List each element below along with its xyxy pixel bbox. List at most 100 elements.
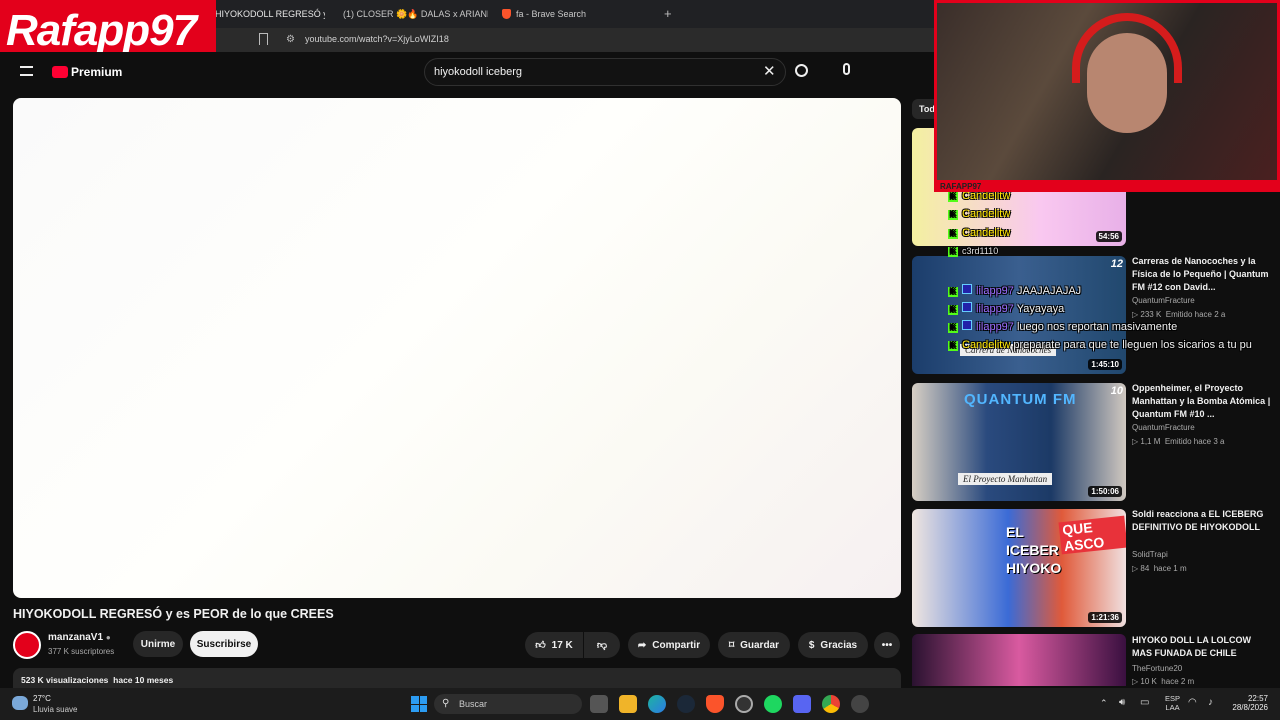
- chat-text: JAAJAJAJAJ: [1016, 285, 1082, 297]
- kick-badge-icon: K: [948, 229, 958, 239]
- clock[interactable]: 22:57 28/8/2026: [1226, 694, 1268, 712]
- related-video-thumbnail[interactable]: 12 Carrera de Nanocoches 1:45:10: [912, 256, 1126, 374]
- weather-desc: Lluvia suave: [33, 705, 78, 714]
- thanks-button[interactable]: $ Gracias: [798, 632, 868, 658]
- youtube-logo-icon[interactable]: [52, 66, 68, 78]
- dislike-button[interactable]: 👎︎: [584, 632, 620, 658]
- display-icon[interactable]: ▭: [1140, 697, 1149, 708]
- weather-icon[interactable]: [12, 696, 28, 710]
- taskbar: [0, 688, 1280, 720]
- kick-badge-icon: K: [948, 247, 958, 257]
- lang-bottom: LAA: [1165, 703, 1180, 712]
- view-count: 233 K: [1140, 310, 1162, 319]
- related-video-thumbnail[interactable]: QUANTUM FM 10 El Proyecto Manhattan 1:50…: [912, 383, 1126, 501]
- view-count: 10 K: [1140, 677, 1157, 686]
- url-field[interactable]: youtube.com/watch?v=XjyLoWIZI18: [305, 34, 449, 44]
- chat-user: Candelitw: [962, 339, 1011, 351]
- chat-text: Yayayaya: [1016, 303, 1065, 315]
- spotify-icon[interactable]: [764, 695, 782, 713]
- related-video-channel[interactable]: QuantumFracture: [1132, 296, 1195, 305]
- related-video-thumbnail[interactable]: [912, 634, 1126, 686]
- more-icon: •••: [881, 639, 893, 651]
- like-button[interactable]: 👍︎ 17 K: [525, 632, 583, 658]
- episode-badge: 10: [1110, 385, 1123, 397]
- tab-closer[interactable]: (1) CLOSER 🌼🔥 DALAS x ARIANN: [338, 3, 488, 25]
- thumbs-down-icon: 👎︎: [596, 640, 608, 651]
- upload-age: hace 2 m: [1161, 677, 1195, 686]
- thumbs-up-icon: 👍︎: [535, 640, 546, 651]
- chrome-icon[interactable]: [822, 695, 840, 713]
- time: 22:57: [1247, 694, 1268, 703]
- description-box[interactable]: 523 K visualizaciones hace 10 meses: [13, 668, 901, 690]
- obs-icon[interactable]: [735, 695, 753, 713]
- video-duration: 54:56: [1095, 231, 1122, 242]
- more-actions-button[interactable]: •••: [874, 632, 900, 658]
- wifi-icon[interactable]: ◠: [1188, 697, 1197, 708]
- chat-message: Klilapp97 Yayayaya: [948, 302, 1064, 315]
- microphone-icon[interactable]: [843, 63, 850, 75]
- related-video-thumbnail[interactable]: EL ICEBER HIYOKO QUE ASCO 1:21:36: [912, 509, 1126, 627]
- chat-message: Klilapp97 JAAJAJAJAJ: [948, 284, 1081, 297]
- kick-badge-icon: K: [948, 287, 958, 297]
- search-icon: ⚲: [442, 698, 450, 709]
- menu-icon[interactable]: [20, 66, 33, 76]
- related-video-channel[interactable]: QuantumFracture: [1132, 423, 1195, 432]
- verified-icon: ●: [105, 633, 111, 642]
- clear-search-icon[interactable]: ✕: [763, 62, 776, 80]
- lang-top: ESP: [1165, 694, 1181, 703]
- task-view-icon[interactable]: [590, 695, 608, 713]
- share-icon: ➦: [637, 639, 647, 651]
- tab-brave-search[interactable]: fa - Brave Search: [502, 3, 652, 25]
- chat-user: lilapp97: [976, 303, 1014, 315]
- headset-icon: [1072, 13, 1182, 83]
- share-label: Compartir: [652, 639, 701, 651]
- site-settings-icon[interactable]: ⚙: [286, 34, 295, 45]
- search-icon[interactable]: [795, 64, 808, 77]
- steam-icon[interactable]: [677, 695, 695, 713]
- search-input[interactable]: hiyokodoll iceberg: [434, 66, 522, 78]
- edge-icon[interactable]: [648, 695, 666, 713]
- related-video-title[interactable]: HIYOKO DOLL LA LOLCOW MAS FUNADA DE CHIL…: [1132, 634, 1272, 660]
- start-icon[interactable]: [411, 696, 427, 712]
- video-player[interactable]: [13, 98, 901, 598]
- share-button[interactable]: ➦ Compartir: [628, 632, 710, 658]
- thanks-icon: $: [808, 639, 815, 651]
- chat-message: Klilapp97 luego nos reportan masivamente: [948, 320, 1177, 333]
- bookmark-icon[interactable]: [259, 33, 268, 45]
- related-video-channel[interactable]: TheFortune20: [1132, 664, 1182, 673]
- taskbar-search[interactable]: ⚲ Buscar: [434, 694, 582, 714]
- language-indicator[interactable]: ESP LAA: [1165, 694, 1180, 712]
- speaker-icon[interactable]: ♪: [1208, 697, 1213, 708]
- tab-current-video[interactable]: HIYOKODOLL REGRESÓ y es P ✕: [215, 3, 325, 25]
- subscriber-badge-icon: [962, 302, 972, 312]
- join-button[interactable]: Unirme: [133, 631, 183, 657]
- upload-age: hace 10 meses: [113, 675, 174, 685]
- kick-badge-icon: K: [948, 192, 958, 202]
- channel-name-text: manzanaV1: [48, 632, 104, 643]
- subscribe-button[interactable]: Suscribirse: [190, 631, 258, 657]
- video-duration: 1:21:36: [1088, 612, 1122, 623]
- discord-icon[interactable]: [793, 695, 811, 713]
- related-video-channel[interactable]: SolidTrapi: [1132, 550, 1168, 559]
- volume-icon[interactable]: 🔊︎: [1119, 697, 1125, 708]
- view-count: 1,1 M: [1140, 437, 1161, 446]
- tray-chevron-icon[interactable]: ⌃: [1100, 698, 1108, 709]
- save-button[interactable]: ⌑ Guardar: [718, 632, 790, 658]
- related-video-title[interactable]: Soldi reacciona a EL ICEBERG DEFINITIVO …: [1132, 508, 1272, 534]
- file-explorer-icon[interactable]: [619, 695, 637, 713]
- save-label: Guardar: [740, 639, 780, 651]
- media-player-icon[interactable]: [851, 695, 869, 713]
- channel-avatar[interactable]: [13, 631, 41, 659]
- new-tab-icon[interactable]: +: [664, 6, 672, 21]
- search-placeholder: Buscar: [459, 699, 488, 709]
- related-video-title[interactable]: Carreras de Nanocoches y la Física de lo…: [1132, 255, 1272, 294]
- subscriber-count: 377 K suscriptores: [48, 647, 115, 656]
- brave-icon[interactable]: [706, 695, 724, 713]
- related-video-meta: ▷ 1,1 M Emitido hace 3 a: [1132, 437, 1225, 446]
- channel-name[interactable]: manzanaV1 ●: [48, 632, 111, 643]
- kick-badge-icon: K: [948, 305, 958, 315]
- view-stats: 523 K visualizaciones hace 10 meses: [21, 675, 173, 685]
- related-video-title[interactable]: Oppenheimer, el Proyecto Manhattan y la …: [1132, 382, 1272, 421]
- chat-message: K Candelitw preparate para que te lleguen…: [948, 338, 1276, 353]
- webcam-video: [937, 3, 1277, 180]
